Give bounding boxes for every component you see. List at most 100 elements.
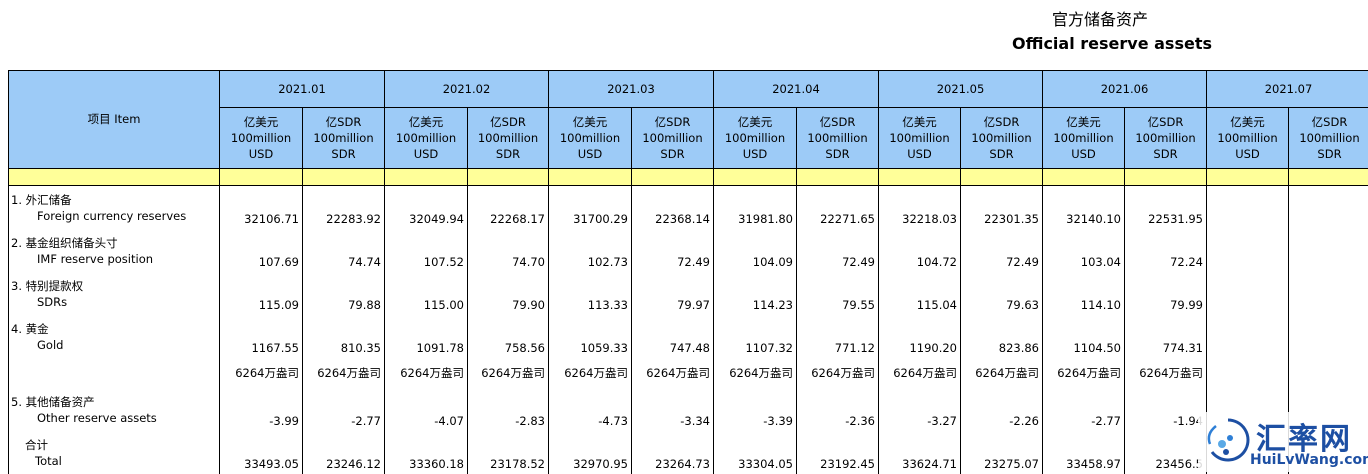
value-cell: 103.04 (1043, 229, 1125, 272)
value-cell: 72.49 (961, 229, 1043, 272)
value-cell: -2.36 (797, 388, 879, 431)
unit-line: 亿美元 (714, 114, 796, 130)
value-cell: 115.09 (220, 272, 303, 315)
value-cell (1207, 315, 1289, 358)
value-cell: -2.77 (1043, 388, 1125, 431)
row-label-en: Total (9, 453, 219, 469)
value-cell: 107.52 (385, 229, 468, 272)
unit-line: SDR (303, 146, 384, 162)
value-cell: 6264万盎司 (961, 358, 1043, 388)
unit-line: USD (879, 146, 960, 162)
unit-line: 100million (961, 130, 1042, 146)
row-label: 3. 特别提款权SDRs (9, 272, 220, 315)
unit-line: 100million (385, 130, 467, 146)
table-row: 2. 基金组织储备头寸IMF reserve position107.6974.… (9, 229, 1368, 272)
table-row: 1. 外汇储备Foreign currency reserves32106.71… (9, 186, 1368, 229)
watermark-brand-en: HuiLvWang.com (1250, 452, 1368, 468)
value-cell: 6264万盎司 (220, 358, 303, 388)
month-header: 2021.06 (1043, 71, 1207, 108)
value-cell: 823.86 (961, 315, 1043, 358)
value-cell: 74.74 (303, 229, 385, 272)
page-title-cn: 官方储备资产 (1012, 10, 1188, 30)
value-cell: -2.83 (468, 388, 549, 431)
value-cell: 115.00 (385, 272, 468, 315)
value-cell: 22271.65 (797, 186, 879, 229)
unit-line: 100million (468, 130, 548, 146)
row-label-cn: 1. 外汇储备 (9, 186, 219, 208)
value-cell: 774.31 (1125, 315, 1207, 358)
unit-line: 100million (714, 130, 796, 146)
unit-line: 亿SDR (303, 114, 384, 130)
value-cell: -3.99 (220, 388, 303, 431)
value-cell (1289, 229, 1368, 272)
unit-line: SDR (1125, 146, 1206, 162)
value-cell: 32049.94 (385, 186, 468, 229)
unit-line: USD (220, 146, 302, 162)
value-cell: 72.49 (797, 229, 879, 272)
value-cell: -4.07 (385, 388, 468, 431)
value-cell: 771.12 (797, 315, 879, 358)
yellow-spacer-cell (1207, 169, 1289, 186)
row-label: 合计Total (9, 431, 220, 474)
reserve-assets-table: 项目 Item 2021.012021.022021.032021.042021… (8, 70, 1368, 474)
row-label: 4. 黄金Gold (9, 315, 220, 358)
value-cell: 23264.73 (632, 431, 714, 474)
value-cell: 72.49 (632, 229, 714, 272)
value-cell: 104.09 (714, 229, 797, 272)
globe-logo-icon (1202, 414, 1254, 466)
value-cell: 79.55 (797, 272, 879, 315)
value-cell (1207, 229, 1289, 272)
value-cell: 79.90 (468, 272, 549, 315)
month-header: 2021.07 (1207, 71, 1368, 108)
month-header: 2021.03 (549, 71, 714, 108)
unit-line: 100million (879, 130, 960, 146)
unit-line: 亿SDR (1125, 114, 1206, 130)
unit-line: 亿SDR (632, 114, 713, 130)
month-header: 2021.05 (879, 71, 1043, 108)
unit-header-usd: 亿美元100millionUSD (385, 108, 468, 169)
month-header: 2021.02 (385, 71, 549, 108)
value-cell: 114.23 (714, 272, 797, 315)
value-cell: -3.34 (632, 388, 714, 431)
value-cell: 23178.52 (468, 431, 549, 474)
value-cell (1289, 358, 1368, 388)
row-label-en: Other reserve assets (9, 410, 219, 426)
value-cell: 32218.03 (879, 186, 961, 229)
value-cell: 1104.50 (1043, 315, 1125, 358)
unit-line: SDR (961, 146, 1042, 162)
unit-line: 100million (1043, 130, 1124, 146)
unit-header-sdr: 亿SDR100millionSDR (468, 108, 549, 169)
value-cell: -2.26 (961, 388, 1043, 431)
unit-line: 亿美元 (879, 114, 960, 130)
row-label: 2. 基金组织储备头寸IMF reserve position (9, 229, 220, 272)
value-cell: 6264万盎司 (303, 358, 385, 388)
unit-line: 亿美元 (385, 114, 467, 130)
value-cell (1289, 272, 1368, 315)
unit-header-usd: 亿美元100millionUSD (714, 108, 797, 169)
unit-line: SDR (468, 146, 548, 162)
unit-line: 100million (303, 130, 384, 146)
value-cell: 6264万盎司 (714, 358, 797, 388)
unit-line: SDR (1289, 146, 1368, 162)
yellow-spacer-cell (468, 169, 549, 186)
value-cell: 32106.71 (220, 186, 303, 229)
unit-header-usd: 亿美元100millionUSD (1207, 108, 1289, 169)
value-cell: 1107.32 (714, 315, 797, 358)
value-cell: 6264万盎司 (468, 358, 549, 388)
yellow-spacer-cell (632, 169, 714, 186)
unit-line: SDR (797, 146, 878, 162)
value-cell: 1059.33 (549, 315, 632, 358)
value-cell: 6264万盎司 (1043, 358, 1125, 388)
unit-header-sdr: 亿SDR100millionSDR (1125, 108, 1207, 169)
value-cell: 810.35 (303, 315, 385, 358)
table-row: 3. 特别提款权SDRs115.0979.88115.0079.90113.33… (9, 272, 1368, 315)
unit-line: USD (385, 146, 467, 162)
yellow-spacer-cell (303, 169, 385, 186)
unit-line: 100million (1289, 130, 1368, 146)
value-cell: 6264万盎司 (549, 358, 632, 388)
value-cell: 115.04 (879, 272, 961, 315)
row-label-cn: 5. 其他储备资产 (9, 388, 219, 410)
yellow-spacer-cell (549, 169, 632, 186)
unit-line: 100million (220, 130, 302, 146)
unit-header-sdr: 亿SDR100millionSDR (961, 108, 1043, 169)
